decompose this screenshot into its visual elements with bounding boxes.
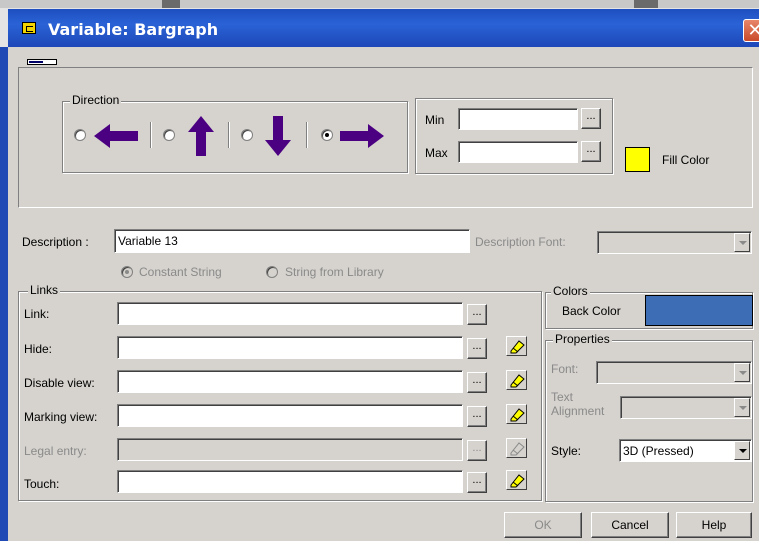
string-from-library-label: String from Library [285, 265, 384, 279]
chevron-down-icon[interactable] [734, 233, 750, 252]
direction-right-radio[interactable] [321, 129, 333, 141]
close-icon: ✕ [747, 20, 759, 40]
constant-string-label: Constant String [139, 265, 222, 279]
window-app-icon [22, 22, 36, 34]
direction-separator [150, 122, 152, 148]
link-browse-button[interactable]: ... [467, 304, 487, 325]
description-label: Description : [22, 235, 89, 249]
constant-string-radio[interactable] [121, 266, 133, 278]
back-color-label: Back Color [562, 304, 621, 318]
style-label: Style: [551, 444, 582, 458]
properties-legend: Properties [553, 332, 612, 346]
description-font-label: Description Font: [475, 235, 566, 249]
link-label: Link: [24, 307, 50, 321]
close-button[interactable]: ✕ [743, 19, 759, 42]
fill-color-label: Fill Color [662, 153, 710, 167]
touch-browse-button[interactable]: ... [467, 472, 487, 493]
fill-color-swatch[interactable] [625, 147, 650, 172]
style-value: 3D (Pressed) [623, 444, 694, 458]
marking-view-clear-button[interactable] [506, 404, 527, 424]
link-input[interactable] [117, 302, 463, 325]
description-input[interactable]: Variable 13 [114, 229, 470, 253]
legal-entry-input[interactable] [117, 438, 463, 461]
text-alignment-select[interactable] [620, 396, 752, 419]
back-color-swatch[interactable] [645, 295, 753, 326]
ok-button[interactable]: OK [504, 512, 582, 538]
eraser-icon [510, 474, 525, 488]
string-from-library-radio[interactable] [266, 266, 278, 278]
direction-up-radio[interactable] [163, 129, 175, 141]
direction-down-radio[interactable] [241, 129, 253, 141]
style-select[interactable]: 3D (Pressed) [619, 439, 752, 462]
marking-view-browse-button[interactable]: ... [467, 406, 487, 427]
direction-legend: Direction [70, 93, 122, 107]
desktop-bar-right [634, 0, 658, 8]
touch-label: Touch: [24, 477, 60, 491]
font-select[interactable] [596, 361, 752, 384]
touch-input[interactable] [117, 470, 463, 493]
marking-view-input[interactable] [117, 404, 463, 427]
disable-view-label: Disable view: [24, 376, 95, 390]
text-alignment-label-line1: Text [551, 390, 574, 404]
max-input[interactable] [458, 141, 578, 163]
min-input[interactable] [458, 108, 578, 130]
desktop-bar-left [162, 0, 180, 8]
chevron-down-icon[interactable] [734, 363, 750, 382]
touch-clear-button[interactable] [506, 470, 527, 490]
eraser-icon [510, 442, 525, 456]
max-browse-button[interactable]: ... [581, 141, 601, 162]
legal-entry-clear-button[interactable] [506, 438, 527, 458]
window-left-border [0, 47, 8, 541]
description-font-select[interactable] [597, 231, 752, 254]
hide-clear-button[interactable] [506, 336, 527, 356]
arrow-up-icon [188, 116, 214, 156]
chevron-down-icon[interactable] [734, 398, 750, 417]
links-legend: Links [28, 283, 61, 297]
arrow-down-icon [265, 116, 291, 156]
direction-separator [228, 122, 230, 148]
marking-view-label: Marking view: [24, 410, 98, 424]
window-title: Variable: Bargraph [48, 20, 219, 39]
hide-label: Hide: [24, 342, 53, 356]
bargraph-preview-icon [27, 59, 57, 65]
disable-view-clear-button[interactable] [506, 370, 527, 390]
font-label: Font: [551, 362, 579, 376]
eraser-icon [510, 340, 525, 354]
min-label: Min [425, 113, 445, 127]
disable-view-browse-button[interactable]: ... [467, 372, 487, 393]
legal-entry-browse-button[interactable]: ... [467, 440, 487, 461]
colors-legend: Colors [551, 284, 590, 298]
max-label: Max [425, 146, 448, 160]
arrow-left-icon [94, 124, 138, 148]
title-bar[interactable]: Variable: Bargraph ✕ [8, 9, 759, 47]
arrow-right-icon [340, 124, 384, 148]
text-alignment-label-line2: Alignment [551, 404, 605, 418]
help-button[interactable]: Help [676, 512, 752, 538]
eraser-icon [510, 374, 525, 388]
disable-view-input[interactable] [117, 370, 463, 393]
eraser-icon [510, 408, 525, 422]
legal-entry-label: Legal entry: [24, 444, 87, 458]
hide-input[interactable] [117, 336, 463, 359]
direction-left-radio[interactable] [74, 129, 86, 141]
hide-browse-button[interactable]: ... [467, 338, 487, 359]
cancel-button[interactable]: Cancel [591, 512, 669, 538]
chevron-down-icon[interactable] [734, 441, 750, 460]
min-browse-button[interactable]: ... [581, 108, 601, 129]
direction-separator [306, 122, 308, 148]
